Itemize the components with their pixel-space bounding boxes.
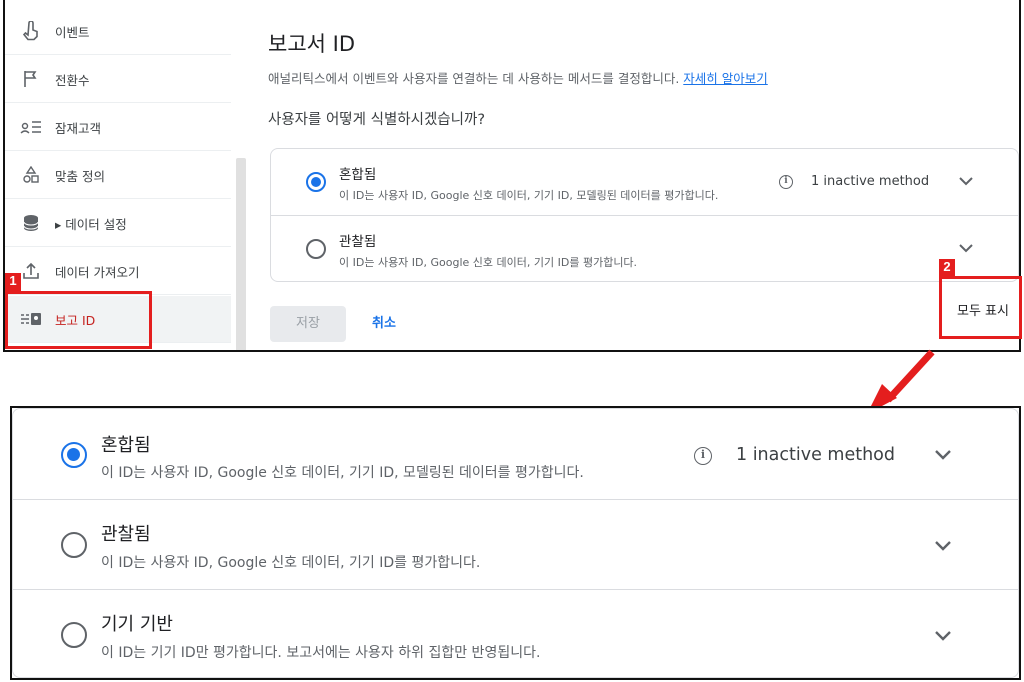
option-title: 관찰됨 (101, 524, 151, 545)
option-observed[interactable]: 관찰됨 이 ID는 사용자 ID, Google 신호 데이터, 기기 ID를 … (271, 215, 1018, 281)
annotation-tag-1: 1 (5, 273, 21, 291)
annotation-tag-2: 2 (939, 259, 955, 277)
save-button[interactable]: 저장 (270, 306, 346, 342)
zoomed-options-card: 혼합됨 이 ID는 사용자 ID, Google 신호 데이터, 기기 ID, … (12, 408, 1019, 678)
radio-blended[interactable] (306, 172, 326, 192)
identity-options-card: 혼합됨 이 ID는 사용자 ID, Google 신호 데이터, 기기 ID, … (270, 148, 1019, 282)
touch-icon (20, 20, 42, 42)
option-title: 혼합됨 (339, 167, 377, 183)
sidebar-item-audiences[interactable]: 잠재고객 (5, 104, 231, 151)
sidebar-item-custom-definitions[interactable]: 맞춤 정의 (5, 152, 231, 199)
sidebar-item-data-settings[interactable]: ▸ 데이터 설정 (5, 200, 231, 247)
database-icon (20, 212, 42, 234)
radio-device-based[interactable] (61, 622, 87, 648)
option-subtitle: 이 ID는 사용자 ID, Google 신호 데이터, 기기 ID, 모델링된… (101, 465, 584, 481)
radio-observed[interactable] (306, 239, 326, 259)
identify-question: 사용자를 어떻게 식별하시겠습니까? (268, 112, 486, 128)
option-subtitle: 이 ID는 사용자 ID, Google 신호 데이터, 기기 ID를 평가합니… (101, 555, 481, 571)
sidebar-item-label: 전환수 (55, 72, 90, 88)
sidebar-item-label: 맞춤 정의 (55, 168, 105, 184)
sidebar-item-label: ▸ 데이터 설정 (55, 216, 127, 232)
upload-icon (20, 260, 42, 282)
option-title: 혼합됨 (101, 435, 151, 456)
chevron-down-icon[interactable] (959, 176, 973, 186)
option-subtitle: 이 ID는 기기 ID만 평가합니다. 보고서에는 사용자 하위 집합만 반영됩… (101, 645, 541, 661)
inactive-method-label: 1 inactive method (811, 174, 930, 189)
chevron-down-icon[interactable] (934, 449, 952, 461)
option-subtitle: 이 ID는 사용자 ID, Google 신호 데이터, 기기 ID를 평가합니… (339, 256, 638, 269)
learn-more-link[interactable]: 자세히 알아보기 (683, 71, 767, 86)
sidebar-scrollbar[interactable] (236, 158, 246, 350)
shapes-icon (20, 164, 42, 186)
sidebar-item-label: 잠재고객 (55, 120, 102, 136)
chevron-down-icon[interactable] (934, 540, 952, 552)
option-subtitle: 이 ID는 사용자 ID, Google 신호 데이터, 기기 ID, 모델링된… (339, 189, 719, 202)
description-text: 애널리틱스에서 이벤트와 사용자를 연결하는 데 사용하는 메서드를 결정합니다… (268, 71, 680, 86)
sidebar-item-conversions[interactable]: 전환수 (5, 56, 231, 103)
sidebar-item-label: 데이터 가져오기 (55, 264, 140, 280)
ga-admin-screenshot: 이벤트 전환수 잠재고객 맞춤 정의 ▸ 데이터 설정 데이터 가져오기 보고 … (3, 0, 1021, 352)
zoomed-options-panel: 혼합됨 이 ID는 사용자 ID, Google 신호 데이터, 기기 ID, … (10, 406, 1021, 680)
info-icon[interactable]: i (694, 447, 712, 465)
flag-icon (20, 68, 42, 90)
inactive-method-label: 1 inactive method (736, 445, 895, 465)
zoom-option-device-based[interactable]: 기기 기반 이 ID는 기기 ID만 평가합니다. 보고서에는 사용자 하위 집… (13, 589, 1018, 679)
sidebar-item-events[interactable]: 이벤트 (5, 8, 231, 55)
chevron-down-icon[interactable] (959, 243, 973, 253)
info-icon[interactable]: i (779, 175, 793, 189)
option-title: 기기 기반 (101, 614, 173, 635)
sidebar-item-label: 이벤트 (55, 24, 90, 40)
cancel-button[interactable]: 취소 (372, 306, 396, 342)
zoom-option-blended[interactable]: 혼합됨 이 ID는 사용자 ID, Google 신호 데이터, 기기 ID, … (13, 409, 1018, 499)
option-blended[interactable]: 혼합됨 이 ID는 사용자 ID, Google 신호 데이터, 기기 ID, … (271, 149, 1018, 215)
chevron-down-icon[interactable] (934, 630, 952, 642)
option-title: 관찰됨 (339, 234, 377, 250)
annotation-box-2 (939, 276, 1022, 339)
reporting-id-main: 보고서 ID 애널리틱스에서 이벤트와 사용자를 연결하는 데 사용하는 메서드… (250, 0, 1019, 350)
page-title: 보고서 ID (268, 32, 355, 56)
page-description: 애널리틱스에서 이벤트와 사용자를 연결하는 데 사용하는 메서드를 결정합니다… (268, 68, 768, 87)
sidebar-item-data-import[interactable]: 데이터 가져오기 (5, 248, 231, 295)
audience-icon (20, 116, 42, 138)
radio-blended[interactable] (61, 442, 87, 468)
annotation-box-1 (5, 291, 152, 349)
radio-observed[interactable] (61, 532, 87, 558)
zoom-option-observed[interactable]: 관찰됨 이 ID는 사용자 ID, Google 신호 데이터, 기기 ID를 … (13, 499, 1018, 589)
